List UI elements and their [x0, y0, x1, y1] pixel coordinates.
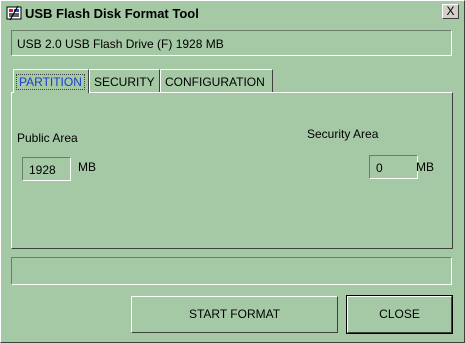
- start-format-button[interactable]: START FORMAT: [131, 296, 338, 333]
- public-area-size-value: 1928: [29, 163, 56, 177]
- tab-security[interactable]: SECURITY: [89, 69, 160, 92]
- security-area-unit: MB: [416, 160, 434, 174]
- usb-format-app-icon: [6, 5, 22, 21]
- close-icon: X: [446, 4, 455, 18]
- security-area-label: Security Area: [307, 127, 379, 141]
- tab-partition[interactable]: PARTITION: [13, 69, 89, 93]
- tab-partition-label: PARTITION: [16, 74, 85, 90]
- tab-configuration[interactable]: CONFIGURATION: [160, 69, 273, 92]
- window-title: USB Flash Disk Format Tool: [25, 6, 199, 21]
- partition-panel: Public Area 1928 MB Security Area 0 MB: [11, 92, 453, 249]
- public-area-unit: MB: [78, 160, 96, 174]
- device-info-field: USB 2.0 USB Flash Drive (F) 1928 MB: [11, 30, 452, 56]
- title-bar[interactable]: USB Flash Disk Format Tool X: [1, 1, 464, 25]
- device-description: USB 2.0 USB Flash Drive (F) 1928 MB: [17, 37, 224, 51]
- close-window-button[interactable]: X: [442, 4, 459, 19]
- close-button[interactable]: CLOSE: [346, 295, 453, 334]
- public-area-label: Public Area: [17, 131, 78, 145]
- status-field: [11, 257, 452, 285]
- tab-security-label: SECURITY: [94, 75, 155, 89]
- security-area-size-value: 0: [376, 161, 383, 175]
- format-tool-window: USB Flash Disk Format Tool X USB 2.0 USB…: [0, 0, 465, 343]
- security-area-size-field[interactable]: 0: [369, 155, 418, 179]
- close-label: CLOSE: [379, 307, 420, 321]
- start-format-label: START FORMAT: [188, 307, 281, 321]
- public-area-size-field[interactable]: 1928: [22, 157, 71, 181]
- tab-configuration-label: CONFIGURATION: [165, 75, 265, 89]
